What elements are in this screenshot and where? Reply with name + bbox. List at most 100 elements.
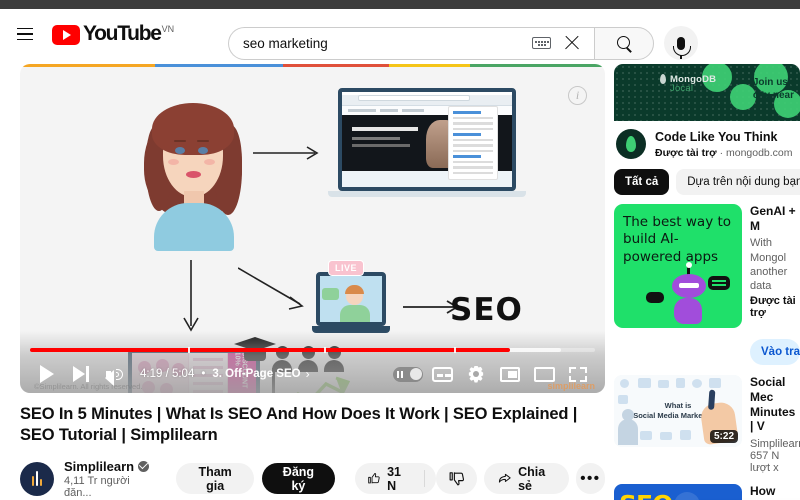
video-meta-row: Simplilearn 4,11 Tr người đăn... Tham gi…: [20, 459, 605, 499]
chevron-right-icon[interactable]: ›: [306, 367, 310, 381]
like-button[interactable]: 31 N: [354, 463, 436, 495]
ad-sponsored-label: Được tài trợ: [655, 146, 717, 159]
illustration-presenter: [138, 99, 248, 251]
primary-column: i LIVE SEO ©Simplilearn. All rights rese…: [20, 64, 605, 499]
join-button[interactable]: Tham gia: [176, 463, 255, 495]
gear-icon: [468, 366, 485, 383]
share-label: Chia sẻ: [518, 464, 546, 493]
masthead: YouTube VN: [0, 9, 800, 60]
next-track-icon: [73, 366, 89, 382]
promo-thumb-text: The best way to build AI-powered apps: [623, 214, 732, 265]
search-input[interactable]: [243, 35, 532, 51]
illustration-laptop-webpage: [328, 88, 526, 200]
promo-cta-button[interactable]: Vào tran: [750, 339, 800, 366]
action-divider: [423, 470, 425, 488]
play-logo-icon: [52, 25, 80, 45]
miniplayer-icon: [500, 366, 520, 382]
fullscreen-icon: [569, 366, 587, 382]
video-thumbnail[interactable]: SEO in 2024: [614, 483, 742, 500]
mongodb-leaf-icon: [660, 74, 666, 84]
autoplay-toggle[interactable]: [391, 357, 425, 391]
ad-dot: ·: [719, 146, 724, 159]
rainbow-bar: [20, 64, 605, 67]
chip-all[interactable]: Tất cả: [614, 169, 670, 195]
share-button[interactable]: Chia sẻ: [483, 463, 569, 495]
hamburger-icon[interactable]: [6, 15, 44, 53]
promo-illustration: [646, 262, 730, 324]
ad-brand-sub: Jocal: [670, 83, 694, 94]
subscribe-button[interactable]: Đăng ký: [262, 463, 335, 495]
time-display: 4:19 / 5:04: [140, 368, 195, 380]
time-separator: •: [201, 368, 206, 380]
ad-banner-text: Join us i city near: [752, 77, 794, 101]
advertiser-logo: [616, 129, 646, 159]
youtube-logo[interactable]: YouTube VN: [52, 23, 174, 45]
search-icon: [616, 35, 632, 51]
thumbs-up-icon: [367, 473, 380, 484]
sponsored-ad-card[interactable]: MongoDB Jocal Join us i city near Code L…: [614, 64, 800, 163]
miniplayer-button[interactable]: [493, 357, 527, 391]
next-button[interactable]: [64, 357, 98, 391]
dislike-button[interactable]: [435, 463, 477, 495]
progress-bar[interactable]: [30, 347, 595, 353]
close-icon[interactable]: [561, 32, 583, 54]
promo-sponsored-label: Được tài trợ: [750, 295, 796, 320]
arrow-down-icon: [183, 260, 199, 332]
microphone-icon: [673, 36, 691, 59]
verified-badge-icon: [138, 460, 150, 472]
chip-related[interactable]: Dựa trên nội dung bạn tìm: [676, 169, 800, 195]
ad-subtitle: Được tài trợ · mongodb.com: [655, 147, 793, 159]
arrow-to-laptop-icon: [253, 146, 319, 160]
settings-button[interactable]: [459, 357, 493, 391]
promo-desc-1: With Mongol: [750, 237, 787, 264]
search-area: [228, 26, 698, 60]
ad-domain: mongodb.com: [725, 146, 793, 159]
search-box[interactable]: [228, 26, 594, 60]
theater-mode-icon: [533, 366, 555, 382]
info-icon[interactable]: i: [568, 86, 587, 105]
subtitles-button[interactable]: [425, 357, 459, 391]
promoted-video-item[interactable]: The best way to build AI-powered apps Ge…: [614, 204, 800, 366]
volume-icon: [105, 366, 125, 386]
ad-banner: MongoDB Jocal Join us i city near: [614, 64, 800, 121]
channel-name[interactable]: Simplilearn: [64, 459, 134, 474]
promo-desc-2: another data: [750, 265, 788, 293]
subscriber-count: 4,11 Tr người đăn...: [64, 474, 130, 499]
ad-title: Code Like You Think: [655, 129, 778, 144]
voice-search-button[interactable]: [664, 26, 698, 60]
video-title: Social Mec Minutes | V: [750, 375, 796, 434]
video-views: 657 N lượt x: [750, 449, 780, 474]
list-item[interactable]: What is Social Media Marketing ? 5:22 So…: [614, 375, 800, 474]
youtube-watch-page: YouTube VN seo marketing i LIVE SEO ©Sim…: [0, 0, 800, 500]
chapter-title[interactable]: 3. Off-Page SEO: [212, 368, 300, 380]
list-item[interactable]: SEO in 2024 How SEO W OneDrive - Persona…: [614, 483, 800, 500]
promo-thumbnail[interactable]: The best way to build AI-powered apps: [614, 204, 742, 328]
video-channel: Simplilearn: [750, 437, 800, 450]
filter-chips: Tất cả Dựa trên nội dung bạn tìm: [614, 169, 800, 195]
scene-seo-label: SEO: [450, 292, 523, 328]
logo-text: YouTube: [83, 22, 162, 45]
keyboard-icon[interactable]: [532, 37, 551, 49]
video-duration: 5:22: [709, 430, 738, 444]
like-count: 31 N: [387, 464, 401, 493]
secondary-column: MongoDB Jocal Join us i city near Code L…: [614, 64, 800, 500]
video-player[interactable]: i LIVE SEO ©Simplilearn. All rights rese…: [20, 64, 605, 393]
browser-chrome-strip: [0, 0, 800, 9]
channel-info: Simplilearn 4,11 Tr người đăn...: [64, 459, 152, 499]
share-icon: [498, 473, 511, 483]
fullscreen-button[interactable]: [561, 357, 595, 391]
play-icon: [40, 365, 54, 383]
live-badge: LIVE: [328, 260, 365, 276]
video-thumbnail[interactable]: What is Social Media Marketing ? 5:22: [614, 375, 742, 448]
theater-button[interactable]: [527, 357, 561, 391]
volume-button[interactable]: [98, 357, 132, 391]
arrow-to-live-icon: [238, 267, 304, 310]
page-title: SEO In 5 Minutes | What Is SEO And How D…: [20, 405, 578, 445]
search-button[interactable]: [594, 26, 654, 60]
more-actions-button[interactable]: •••: [575, 463, 605, 495]
thumbs-down-icon: [449, 472, 464, 486]
avatar[interactable]: [20, 461, 54, 496]
play-button[interactable]: [30, 357, 64, 391]
player-controls: 4:19 / 5:04 • 3. Off-Page SEO ›: [20, 355, 605, 393]
video-title: How SEO W: [750, 483, 790, 500]
